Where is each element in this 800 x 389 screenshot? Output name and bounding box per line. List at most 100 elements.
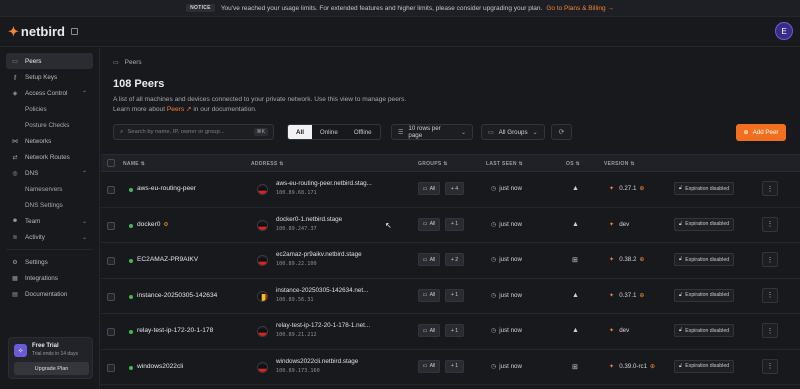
peer-ip[interactable]: 100.89.247.37 xyxy=(276,226,317,232)
sidebar-item-networks[interactable]: ⋈ Networks xyxy=(6,133,93,149)
breadcrumb-peers[interactable]: Peers xyxy=(125,59,142,66)
more-groups-badge[interactable]: + 1 xyxy=(445,324,464,337)
peer-domain[interactable]: windows2022cli.netbird.stage xyxy=(276,358,358,365)
table-row[interactable]: instance-20250305-142634 instance-2025030… xyxy=(101,279,800,314)
refresh-button[interactable]: ⟳ xyxy=(551,124,572,140)
filter-online-button[interactable]: Online xyxy=(312,125,346,139)
more-groups-badge[interactable]: + 2 xyxy=(445,253,464,266)
user-avatar[interactable]: E xyxy=(775,22,793,40)
expiration-text: Expiration disabled xyxy=(685,256,730,263)
row-actions-button[interactable]: ⋮ xyxy=(762,252,778,267)
row-checkbox[interactable] xyxy=(107,186,115,194)
row-checkbox[interactable] xyxy=(107,328,115,336)
column-header-os[interactable]: OS ⇅ xyxy=(566,161,580,167)
table-row[interactable]: relay-test-ip-172-20-1-178 relay-test-ip-… xyxy=(101,314,800,350)
group-badge[interactable]: ▭ All xyxy=(418,324,440,337)
netbird-logo[interactable]: ✦ netbird xyxy=(8,24,65,40)
column-header-name[interactable]: NAME ⇅ xyxy=(123,161,145,167)
sidebar-item-integrations[interactable]: ▦ Integrations xyxy=(6,270,93,286)
column-header-groups[interactable]: GROUPS ⇅ xyxy=(418,161,448,167)
rows-per-page-select[interactable]: ☰ 10 rows per page ⌄ xyxy=(391,124,473,140)
chevron-up-icon: ⌃ xyxy=(81,170,87,177)
sidebar-item-dns[interactable]: ◎ DNS ⌃ xyxy=(6,165,93,181)
sidebar-item-peers[interactable]: ▭ Peers xyxy=(6,53,93,69)
peer-domain[interactable]: instance-20250305-142634.net... xyxy=(276,287,368,294)
plans-billing-link[interactable]: Go to Plans & Billing → xyxy=(546,5,614,12)
row-checkbox[interactable] xyxy=(107,292,115,301)
sidebar-item-activity[interactable]: ≋ Activity ⌄ xyxy=(6,229,93,245)
column-label: GROUPS xyxy=(418,161,442,167)
column-header-last-seen[interactable]: LAST SEEN ⇅ xyxy=(486,161,523,167)
group-badge[interactable]: ▭ All xyxy=(418,253,440,266)
sidebar-item-documentation[interactable]: ▤ Documentation xyxy=(6,286,93,302)
row-actions-button[interactable]: ⋮ xyxy=(762,287,778,303)
column-header-address[interactable]: ADDRESS ⇅ xyxy=(251,161,284,167)
update-available-icon[interactable]: ⊕ xyxy=(639,293,644,299)
group-badge[interactable]: ▭ All xyxy=(418,288,440,302)
table-row[interactable]: EC2AMAZ-PR9AIKV ec2amaz-pr9aikv.netbird.s… xyxy=(101,243,800,279)
expiration-badge[interactable]: 🔓︎ Expiration disabled xyxy=(674,217,734,231)
groups-filter-select[interactable]: ▭ All Groups ⌄ xyxy=(481,124,545,140)
peer-name[interactable]: windows2022cli xyxy=(137,363,183,370)
peer-domain[interactable]: relay-test-ip-172-20-1-178-1.net... xyxy=(276,322,370,329)
select-all-checkbox[interactable] xyxy=(107,159,115,167)
more-groups-badge[interactable]: + 1 xyxy=(445,359,464,373)
upgrade-plan-button[interactable]: Upgrade Plan xyxy=(14,362,89,375)
sidebar-item-network-routes[interactable]: ⇄ Network Routes xyxy=(6,149,93,165)
peer-domain[interactable]: ec2amaz-pr9aikv.netbird.stage xyxy=(276,251,362,258)
sidebar-item-dns-settings[interactable]: DNS Settings xyxy=(6,197,93,213)
peer-ip[interactable]: 100.89.56.31 xyxy=(276,297,313,303)
peer-name[interactable]: relay-test-ip-172-20-1-178 xyxy=(137,327,213,334)
row-actions-button[interactable]: ⋮ xyxy=(762,358,778,374)
peer-name[interactable]: EC2AMAZ-PR9AIKV xyxy=(137,256,198,263)
row-actions-button[interactable]: ⋮ xyxy=(762,181,778,196)
peer-ip[interactable]: 100.89.68.171 xyxy=(276,190,317,196)
group-badge[interactable]: ▭ All xyxy=(418,182,440,195)
table-row[interactable]: windows2022cli windows2022cli.netbird.sta… xyxy=(101,350,800,385)
row-checkbox[interactable] xyxy=(107,257,115,265)
sidebar-item-setup-keys[interactable]: ⚷ Setup Keys xyxy=(6,69,93,85)
filter-all-button[interactable]: All xyxy=(288,125,312,139)
filter-offline-button[interactable]: Offline xyxy=(346,125,380,139)
sidebar-item-access-control[interactable]: ◈ Access Control ⌃ xyxy=(6,85,93,101)
peer-ip[interactable]: 100.89.21.212 xyxy=(276,332,317,338)
expiration-badge[interactable]: 🔓︎ Expiration disabled xyxy=(674,182,734,195)
peer-name[interactable]: aws-eu-routing-peer xyxy=(137,185,196,192)
peers-docs-link[interactable]: Peers xyxy=(167,106,184,113)
peer-name[interactable]: docker0 ⚙ xyxy=(137,221,168,228)
peer-domain[interactable]: aws-eu-routing-peer.netbird.stag... xyxy=(276,180,372,187)
expiration-badge[interactable]: 🔓︎ Expiration disabled xyxy=(674,288,734,302)
peer-ip[interactable]: 100.89.22.100 xyxy=(276,261,317,267)
sidebar-item-nameservers[interactable]: Nameservers xyxy=(6,181,93,197)
row-checkbox[interactable] xyxy=(107,221,115,230)
peer-ip[interactable]: 100.89.173.160 xyxy=(276,368,320,374)
update-available-icon[interactable]: ⊕ xyxy=(639,257,644,263)
sidebar-item-policies[interactable]: Policies xyxy=(6,101,93,117)
expiration-badge[interactable]: 🔓︎ Expiration disabled xyxy=(674,324,734,337)
group-badge[interactable]: ▭ All xyxy=(418,359,440,373)
sidebar-item-posture-checks[interactable]: Posture Checks xyxy=(6,117,93,133)
sidebar-item-team[interactable]: ☻ Team ⌄ xyxy=(6,213,93,229)
lock-icon: 🔓︎ xyxy=(678,185,683,191)
column-header-version[interactable]: VERSION ⇅ xyxy=(604,161,635,167)
update-available-icon[interactable]: ⊕ xyxy=(650,364,655,370)
sidebar-item-settings[interactable]: ⚙ Settings xyxy=(6,254,93,270)
peer-domain[interactable]: docker0-1.netbird.stage xyxy=(276,216,342,223)
expiration-badge[interactable]: 🔓︎ Expiration disabled xyxy=(674,359,734,373)
search-input[interactable]: ⌕ Search by name, IP, owner or group... … xyxy=(113,124,274,140)
more-groups-badge[interactable]: + 1 xyxy=(445,288,464,302)
row-actions-button[interactable]: ⋮ xyxy=(762,216,778,232)
peer-name[interactable]: instance-20250305-142634 xyxy=(137,292,217,299)
sidebar-toggle-icon[interactable] xyxy=(70,28,78,35)
row-actions-button[interactable]: ⋮ xyxy=(762,323,778,338)
add-peer-button[interactable]: ⊕ Add Peer xyxy=(736,124,786,141)
update-available-icon[interactable]: ⊕ xyxy=(639,186,644,192)
list-icon: ☰ xyxy=(398,129,404,136)
expiration-badge[interactable]: 🔓︎ Expiration disabled xyxy=(674,253,734,266)
more-groups-badge[interactable]: + 4 xyxy=(445,182,464,195)
more-groups-badge[interactable]: + 1 xyxy=(445,217,464,231)
table-row[interactable]: docker0 ⚙ docker0-1.netbird.stage 100.89.24… xyxy=(101,208,800,243)
table-row[interactable]: aws-eu-routing-peer aws-eu-routing-peer.n… xyxy=(101,172,800,208)
row-checkbox[interactable] xyxy=(107,363,115,372)
group-badge[interactable]: ▭ All xyxy=(418,217,440,231)
